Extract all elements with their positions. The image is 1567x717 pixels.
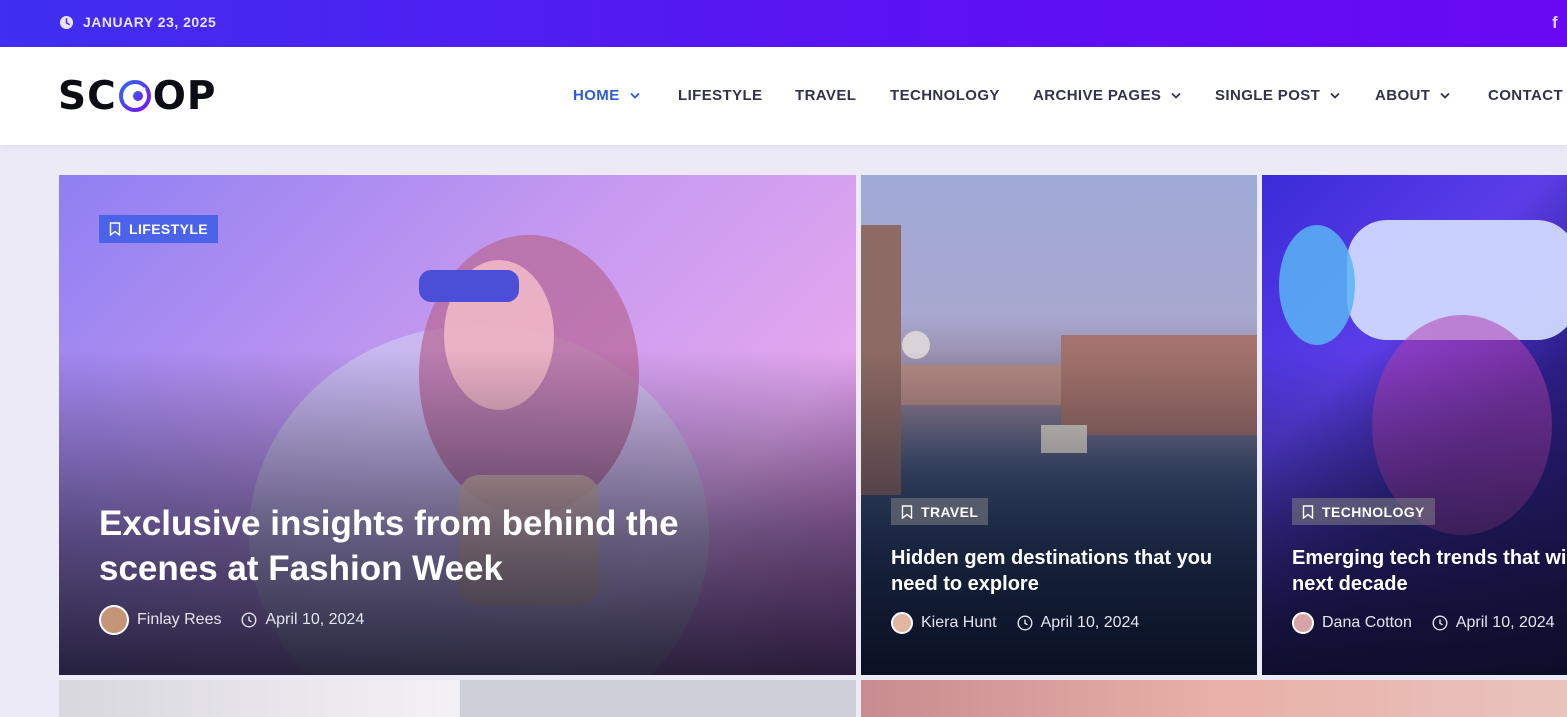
featured-post-card[interactable]: LIFESTYLE Exclusive insights from behind… <box>59 175 856 675</box>
nav-technology-label: TECHNOLOGY <box>890 87 1000 104</box>
main-navigation: HOME LIFESTYLE TRAVEL TECHNOLOGY ARCHIVE… <box>0 87 1567 107</box>
bookmark-icon <box>1302 504 1314 519</box>
post-title[interactable]: Emerging tech trends that will define th… <box>1292 545 1567 597</box>
top-bar: JANUARY 23, 2025 f <box>0 0 1567 47</box>
post-title[interactable]: Exclusive insights from behind the scene… <box>99 501 739 591</box>
post-meta: Dana Cotton April 10, 2024 <box>1292 612 1555 634</box>
nav-home[interactable]: HOME <box>573 87 640 104</box>
nav-contact[interactable]: CONTACT <box>1488 87 1563 104</box>
clock-icon <box>59 15 74 29</box>
category-label: LIFESTYLE <box>129 221 209 237</box>
nav-travel-label: TRAVEL <box>795 87 857 104</box>
nav-archive-pages-label: ARCHIVE PAGES <box>1033 87 1162 104</box>
bookmark-icon <box>109 222 121 236</box>
chevron-down-icon <box>629 92 640 99</box>
nav-single-post-label: SINGLE POST <box>1215 87 1321 104</box>
author-avatar <box>891 612 913 634</box>
category-badge[interactable]: TRAVEL <box>891 498 989 525</box>
clock-icon <box>1017 615 1033 631</box>
clock-icon <box>1432 615 1448 631</box>
featured-post-card[interactable]: TECHNOLOGY Emerging tech trends that wil… <box>1262 175 1567 675</box>
post-card[interactable] <box>460 680 856 717</box>
category-label: TRAVEL <box>921 503 979 520</box>
chevron-down-icon <box>1440 92 1450 99</box>
author-avatar <box>1292 612 1314 634</box>
post-date: April 10, 2024 <box>1040 614 1140 631</box>
site-header: SC OP HOME LIFESTYLE TRAVEL TECHNOLOGY A… <box>0 47 1567 145</box>
featured-post-card[interactable]: TRAVEL Hidden gem destinations that you … <box>861 175 1257 675</box>
post-meta: Kiera Hunt April 10, 2024 <box>891 612 1139 634</box>
chevron-down-icon <box>1171 92 1181 99</box>
post-meta: Finlay Rees April 10, 2024 <box>99 605 364 635</box>
nav-technology[interactable]: TECHNOLOGY <box>890 87 1000 104</box>
author-avatar <box>99 605 129 635</box>
nav-contact-label: CONTACT <box>1488 87 1564 104</box>
nav-travel[interactable]: TRAVEL <box>795 87 856 104</box>
author-name[interactable]: Kiera Hunt <box>921 614 997 632</box>
post-card[interactable] <box>59 680 459 717</box>
bookmark-icon <box>901 504 913 519</box>
clock-icon <box>241 612 257 628</box>
nav-home-label: HOME <box>573 87 620 104</box>
category-badge[interactable]: TECHNOLOGY <box>1292 498 1435 525</box>
nav-archive-pages[interactable]: ARCHIVE PAGES <box>1033 87 1181 104</box>
author-name[interactable]: Dana Cotton <box>1322 614 1412 632</box>
post-card[interactable] <box>861 680 1567 717</box>
facebook-icon[interactable]: f <box>1552 13 1558 33</box>
nav-lifestyle-label: LIFESTYLE <box>678 87 763 104</box>
chevron-down-icon <box>1330 92 1340 99</box>
nav-single-post[interactable]: SINGLE POST <box>1215 87 1340 104</box>
nav-lifestyle[interactable]: LIFESTYLE <box>678 87 762 104</box>
post-date: April 10, 2024 <box>1455 614 1555 631</box>
author-name[interactable]: Finlay Rees <box>137 611 221 629</box>
nav-about-label: ABOUT <box>1375 87 1431 104</box>
nav-about[interactable]: ABOUT <box>1375 87 1450 104</box>
category-label: TECHNOLOGY <box>1322 503 1425 520</box>
post-date: April 10, 2024 <box>265 611 365 628</box>
current-date: JANUARY 23, 2025 <box>59 14 216 30</box>
date-text: JANUARY 23, 2025 <box>83 14 217 30</box>
post-title[interactable]: Hidden gem destinations that you need to… <box>891 545 1231 597</box>
category-badge[interactable]: LIFESTYLE <box>99 215 219 243</box>
